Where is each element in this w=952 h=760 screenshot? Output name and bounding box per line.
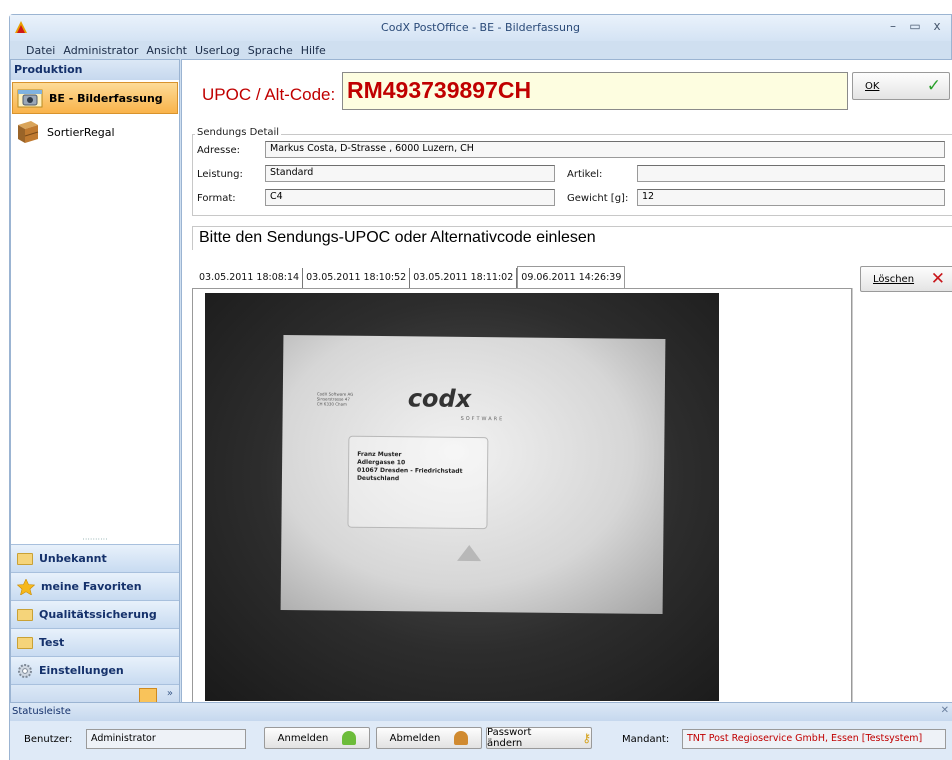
status-bar: Statusleiste ✕ Benutzer: Administrator A… (10, 702, 952, 760)
mandant-label: Mandant: (622, 734, 670, 745)
sender-line: CH 6330 Cham (316, 401, 347, 407)
tab-image-1[interactable]: 03.05.2011 18:08:14 (196, 268, 304, 288)
tab-image-4[interactable]: 09.06.2011 14:26:39 (517, 266, 626, 288)
window-controls: – ▭ x (887, 19, 943, 33)
detail-legend: Sendungs Detail (195, 127, 282, 138)
benutzer-field: Administrator (86, 729, 246, 749)
sidebar-group-label: Qualitätssicherung (39, 608, 157, 621)
anmelden-button[interactable]: Anmelden (264, 727, 370, 749)
adresse-field: Markus Costa, D-Strasse , 6000 Luzern, C… (265, 141, 945, 158)
envelope-sender: CodX Software AG Sinserstrasse 47 CH 633… (317, 391, 354, 406)
upoc-input[interactable]: RM493739897CH (342, 72, 848, 110)
recipient-line: Deutschland (356, 474, 400, 483)
ok-label: OK (865, 80, 880, 92)
minimize-icon[interactable]: – (887, 19, 899, 33)
user-remove-icon (454, 731, 469, 745)
benutzer-label: Benutzer: (24, 734, 73, 745)
upoc-value: RM493739897CH (347, 77, 532, 103)
close-icon[interactable]: ✕ (941, 705, 949, 716)
leistung-field: Standard (265, 165, 555, 182)
passwort-label: Passwort ändern (487, 727, 532, 749)
mandant-field: TNT Post Regioservice GmbH, Essen [Tests… (682, 729, 946, 749)
desktop-background (0, 0, 952, 14)
chevron-right-icon[interactable]: » (167, 688, 173, 699)
format-label: Format: (197, 193, 236, 204)
camera-icon (17, 89, 43, 108)
envelope-logo-sub: SOFTWARE (460, 415, 505, 423)
gewicht-field: 12 (637, 189, 945, 206)
abmelden-button[interactable]: Abmelden (376, 727, 482, 749)
envelope-address-window: Franz Muster Adlergasse 10 01067 Dresden… (347, 435, 489, 530)
adresse-label: Adresse: (197, 145, 240, 156)
sidebar: Produktion BE - Bilderfassung SortierReg… (10, 59, 180, 709)
folder-icon[interactable] (139, 688, 157, 703)
main-panel: UPOC / Alt-Code: RM493739897CH OK ✓ Send… (181, 59, 952, 709)
close-icon[interactable]: x (931, 19, 943, 33)
image-panel: CodX Software AG Sinserstrasse 47 CH 633… (192, 288, 852, 704)
sidebar-group-label: Unbekannt (39, 552, 107, 565)
sidebar-item-label: BE - Bilderfassung (49, 91, 163, 105)
shelf-icon (18, 121, 39, 143)
passwort-button[interactable]: Passwort ändern ⚷ (486, 727, 592, 749)
sidebar-group-label: Test (39, 636, 65, 649)
tab-image-2[interactable]: 03.05.2011 18:10:52 (303, 268, 411, 288)
leistung-label: Leistung: (197, 169, 243, 180)
envelope: CodX Software AG Sinserstrasse 47 CH 633… (280, 335, 666, 614)
artikel-field (637, 165, 945, 182)
sidebar-item-sortierregal[interactable]: SortierRegal (11, 116, 179, 148)
check-icon: ✓ (926, 76, 941, 96)
gewicht-label: Gewicht [g]: (567, 193, 629, 204)
sendungs-detail: Sendungs Detail Adresse: Markus Costa, D… (192, 127, 952, 216)
menu-administrator[interactable]: Administrator (63, 44, 138, 57)
anmelden-label: Anmelden (277, 732, 329, 744)
menu-datei[interactable]: Datei (26, 44, 55, 57)
folder-icon (17, 552, 33, 565)
title-bar: CodX PostOffice - BE - Bilderfassung – ▭… (10, 15, 951, 41)
envelope-recipient: Franz Muster Adlergasse 10 01067 Dresden… (357, 451, 463, 484)
envelope-logo: codx (407, 384, 472, 413)
sidebar-group-einstellungen[interactable]: Einstellungen (11, 656, 179, 684)
status-title: Statusleiste (10, 703, 952, 721)
envelope-mark (457, 544, 482, 562)
key-icon: ⚷ (582, 731, 591, 745)
sidebar-group-test[interactable]: Test (11, 628, 179, 656)
user-add-icon (342, 731, 357, 745)
sidebar-group-qualitaetssicherung[interactable]: Qualitätssicherung (11, 600, 179, 628)
folder-icon (17, 608, 33, 621)
star-icon (17, 578, 35, 595)
menu-ansicht[interactable]: Ansicht (146, 44, 187, 57)
sidebar-item-label: SortierRegal (47, 125, 115, 139)
sidebar-header: Produktion (11, 60, 179, 80)
sidebar-group-label: Einstellungen (39, 664, 124, 677)
scan-prompt: Bitte den Sendungs-UPOC oder Alternativc… (192, 226, 952, 250)
panel-divider (852, 288, 853, 704)
artikel-label: Artikel: (567, 169, 603, 180)
ok-button[interactable]: OK ✓ (852, 72, 950, 100)
window-title: CodX PostOffice - BE - Bilderfassung (381, 21, 580, 34)
sidebar-groups: Unbekannt meine Favoriten Qualitätssiche… (11, 544, 179, 706)
maximize-icon[interactable]: ▭ (909, 19, 921, 33)
folder-icon (17, 636, 33, 649)
menu-sprache[interactable]: Sprache (248, 44, 293, 57)
sidebar-group-favoriten[interactable]: meine Favoriten (11, 572, 179, 600)
menu-bar: Datei Administrator Ansicht UserLog Spra… (10, 41, 951, 59)
image-tabs: 03.05.2011 18:08:14 03.05.2011 18:10:52 … (196, 266, 626, 288)
delete-button[interactable]: Löschen ✕ (860, 266, 952, 292)
delete-icon: ✕ (930, 269, 945, 289)
sidebar-group-unbekannt[interactable]: Unbekannt (11, 544, 179, 572)
tab-image-3[interactable]: 03.05.2011 18:11:02 (410, 268, 518, 288)
abmelden-label: Abmelden (389, 732, 441, 744)
sidebar-group-label: meine Favoriten (41, 580, 142, 593)
delete-label: Löschen (873, 273, 915, 285)
menu-hilfe[interactable]: Hilfe (301, 44, 326, 57)
gear-icon (18, 663, 32, 678)
upoc-label: UPOC / Alt-Code: (202, 85, 336, 104)
format-field: C4 (265, 189, 555, 206)
sidebar-item-bilderfassung[interactable]: BE - Bilderfassung (12, 82, 178, 114)
app-window: CodX PostOffice - BE - Bilderfassung – ▭… (9, 14, 952, 760)
scanned-image: CodX Software AG Sinserstrasse 47 CH 633… (205, 293, 719, 701)
menu-userlog[interactable]: UserLog (195, 44, 240, 57)
